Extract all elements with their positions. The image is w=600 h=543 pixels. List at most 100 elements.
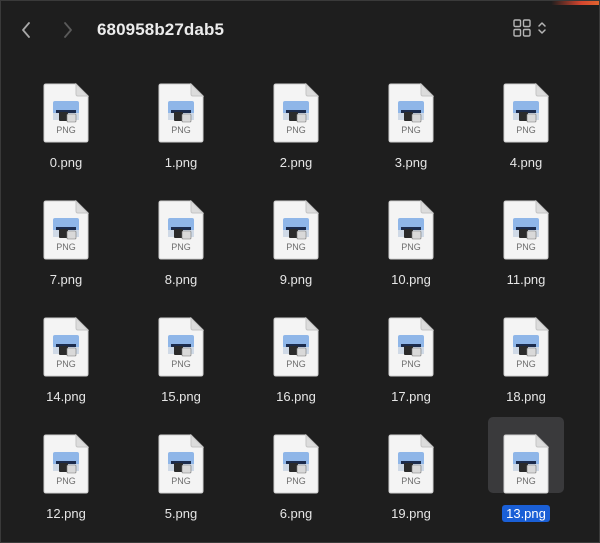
file-name-text: 8.png bbox=[164, 272, 198, 287]
file-item-17-png[interactable]: PNG 17.png bbox=[388, 309, 434, 409]
file-name: 18.png bbox=[486, 389, 566, 404]
file-name-text: 15.png bbox=[161, 389, 201, 404]
file-type-badge: PNG bbox=[401, 359, 421, 369]
file-type-badge: PNG bbox=[56, 242, 76, 252]
file-item-16-png[interactable]: PNG 16.png bbox=[273, 309, 319, 409]
file-name-text: 2.png bbox=[279, 155, 313, 170]
file-type-badge: PNG bbox=[56, 125, 76, 135]
file-type-badge: PNG bbox=[56, 359, 76, 369]
file-type-badge: PNG bbox=[401, 125, 421, 135]
png-file-icon: PNG bbox=[388, 200, 434, 260]
file-name: 0.png bbox=[26, 155, 106, 170]
file-name-text: 17.png bbox=[391, 389, 431, 404]
file-type-badge: PNG bbox=[286, 125, 306, 135]
png-file-icon: PNG bbox=[43, 200, 89, 260]
file-name: 1.png bbox=[141, 155, 221, 170]
file-name-text: 9.png bbox=[279, 272, 313, 287]
file-name: 2.png bbox=[256, 155, 336, 170]
file-name: 11.png bbox=[486, 272, 566, 287]
file-name: 15.png bbox=[141, 389, 221, 404]
file-type-badge: PNG bbox=[401, 242, 421, 252]
chevron-left-icon bbox=[22, 22, 30, 38]
file-item-13-png[interactable]: PNG 13.png bbox=[488, 417, 564, 526]
file-name-text: 19.png bbox=[391, 506, 431, 521]
finder-window: 680958b27dab5 PNG 0.png PNG 1.png PNG 2.… bbox=[0, 0, 600, 543]
file-item-1-png[interactable]: PNG 1.png bbox=[158, 75, 204, 175]
png-file-icon: PNG bbox=[273, 200, 319, 260]
file-name-text: 11.png bbox=[506, 272, 546, 287]
file-name: 4.png bbox=[486, 155, 566, 170]
png-file-icon: PNG bbox=[503, 434, 549, 494]
file-type-badge: PNG bbox=[56, 476, 76, 486]
file-type-badge: PNG bbox=[516, 476, 536, 486]
file-name-text: 1.png bbox=[164, 155, 198, 170]
file-item-4-png[interactable]: PNG 4.png bbox=[503, 75, 549, 175]
file-name-text: 10.png bbox=[391, 272, 431, 287]
file-name-text: 4.png bbox=[509, 155, 543, 170]
png-file-icon: PNG bbox=[388, 434, 434, 494]
file-type-badge: PNG bbox=[516, 359, 536, 369]
file-name: 8.png bbox=[141, 272, 221, 287]
file-name: 10.png bbox=[371, 272, 451, 287]
file-type-badge: PNG bbox=[171, 125, 191, 135]
view-switcher[interactable] bbox=[513, 19, 547, 37]
png-file-icon: PNG bbox=[43, 434, 89, 494]
png-file-icon: PNG bbox=[388, 83, 434, 143]
png-file-icon: PNG bbox=[388, 317, 434, 377]
file-item-12-png[interactable]: PNG 12.png bbox=[43, 426, 89, 526]
file-type-badge: PNG bbox=[401, 476, 421, 486]
file-name-text: 16.png bbox=[276, 389, 316, 404]
png-file-icon: PNG bbox=[503, 317, 549, 377]
file-item-15-png[interactable]: PNG 15.png bbox=[158, 309, 204, 409]
file-type-badge: PNG bbox=[171, 359, 191, 369]
file-item-18-png[interactable]: PNG 18.png bbox=[503, 309, 549, 409]
file-type-badge: PNG bbox=[516, 125, 536, 135]
file-name: 13.png bbox=[486, 505, 566, 522]
file-name-text: 7.png bbox=[49, 272, 83, 287]
file-item-6-png[interactable]: PNG 6.png bbox=[273, 426, 319, 526]
file-item-7-png[interactable]: PNG 7.png bbox=[43, 192, 89, 292]
file-item-19-png[interactable]: PNG 19.png bbox=[388, 426, 434, 526]
file-item-8-png[interactable]: PNG 8.png bbox=[158, 192, 204, 292]
file-item-9-png[interactable]: PNG 9.png bbox=[273, 192, 319, 292]
png-file-icon: PNG bbox=[503, 83, 549, 143]
file-name-text: 6.png bbox=[279, 506, 313, 521]
file-item-14-png[interactable]: PNG 14.png bbox=[43, 309, 89, 409]
file-item-2-png[interactable]: PNG 2.png bbox=[273, 75, 319, 175]
file-name: 6.png bbox=[256, 506, 336, 521]
file-item-3-png[interactable]: PNG 3.png bbox=[388, 75, 434, 175]
file-item-10-png[interactable]: PNG 10.png bbox=[388, 192, 434, 292]
file-name: 16.png bbox=[256, 389, 336, 404]
png-file-icon: PNG bbox=[158, 317, 204, 377]
file-name-text: 5.png bbox=[164, 506, 198, 521]
forward-button[interactable] bbox=[57, 15, 79, 45]
png-file-icon: PNG bbox=[158, 200, 204, 260]
up-down-chevron-icon[interactable] bbox=[537, 20, 547, 36]
png-file-icon: PNG bbox=[158, 83, 204, 143]
png-file-icon: PNG bbox=[273, 434, 319, 494]
file-item-11-png[interactable]: PNG 11.png bbox=[503, 192, 549, 292]
png-file-icon: PNG bbox=[43, 83, 89, 143]
png-file-icon: PNG bbox=[43, 317, 89, 377]
file-name: 12.png bbox=[26, 506, 106, 521]
file-name-text: 14.png bbox=[46, 389, 86, 404]
file-type-badge: PNG bbox=[286, 476, 306, 486]
file-name-text: 18.png bbox=[506, 389, 546, 404]
file-item-5-png[interactable]: PNG 5.png bbox=[158, 426, 204, 526]
back-button[interactable] bbox=[15, 15, 37, 45]
file-type-badge: PNG bbox=[171, 242, 191, 252]
file-item-0-png[interactable]: PNG 0.png bbox=[43, 75, 89, 175]
file-name-text: 0.png bbox=[49, 155, 83, 170]
file-name-text: 3.png bbox=[394, 155, 428, 170]
file-type-badge: PNG bbox=[286, 359, 306, 369]
file-name: 3.png bbox=[371, 155, 451, 170]
png-file-icon: PNG bbox=[158, 434, 204, 494]
file-name: 5.png bbox=[141, 506, 221, 521]
png-file-icon: PNG bbox=[503, 200, 549, 260]
file-type-badge: PNG bbox=[516, 242, 536, 252]
file-type-badge: PNG bbox=[286, 242, 306, 252]
file-name: 17.png bbox=[371, 389, 451, 404]
file-name: 14.png bbox=[26, 389, 106, 404]
file-name-text: 13.png bbox=[502, 505, 550, 522]
grid-view-icon[interactable] bbox=[513, 19, 531, 37]
